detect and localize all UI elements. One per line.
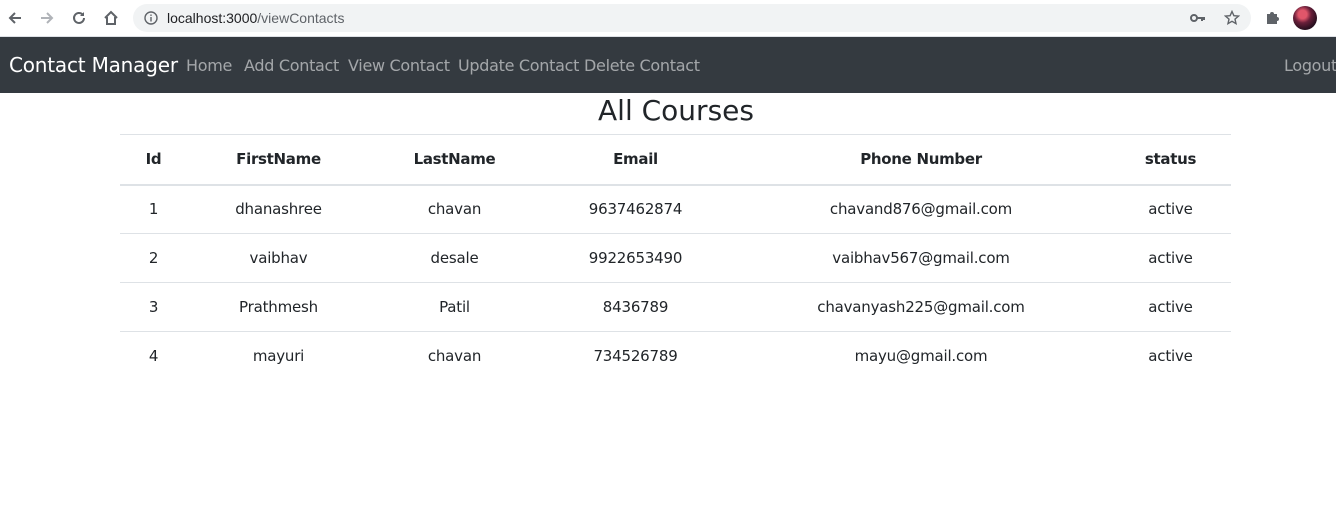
nav-link-home[interactable]: Home [186,56,232,75]
key-icon[interactable] [1190,11,1206,30]
home-icon[interactable] [101,8,121,28]
cell-firstname: Prathmesh [187,282,370,332]
cell-email: 8436789 [539,282,732,332]
column-header-email: Email [539,134,732,186]
nav-link-delete-contact[interactable]: Delete Contact [584,56,700,75]
table-header-row: Id FirstName LastName Email Phone Number… [120,134,1231,186]
profile-avatar[interactable] [1293,6,1317,30]
column-header-firstname: FirstName [187,134,370,186]
cell-firstname: dhanashree [235,200,322,219]
nav-link-add-contact[interactable]: Add Contact [244,56,339,75]
address-bar[interactable]: localhost:3000/viewContacts [133,4,1251,32]
back-arrow-icon[interactable] [5,8,25,28]
cell-phone-number: chavanyash225@gmail.com [732,282,1110,332]
cell-phone-number: mayu@gmail.com [732,331,1110,381]
cell-lastname: chavan [370,331,539,381]
column-header-lastname: LastName [370,134,539,186]
cell-lastname: desale [370,233,539,283]
table-row: 1 dhanashree chavan 9637462874 chavand87… [120,185,1231,234]
cell-email: 9637462874 [588,200,683,219]
cell-email: 9922653490 [539,233,732,283]
column-header-phone-number: Phone Number [732,134,1110,186]
column-header-status: status [1110,134,1231,186]
cell-status: active [1110,282,1231,332]
column-header-id: Id [120,134,187,186]
site-info-icon[interactable] [144,11,158,30]
navbar: Contact Manager Home Add Contact View Co… [0,37,1336,93]
contacts-table: Id FirstName LastName Email Phone Number… [120,134,1231,381]
table-row: 4 mayuri chavan 734526789 mayu@gmail.com… [120,331,1231,381]
nav-link-view-contact[interactable]: View Contact [348,56,450,75]
table-row: 2 vaibhav desale 9922653490 vaibhav567@g… [120,233,1231,283]
cell-status: active [1148,200,1193,219]
cell-id: 3 [120,282,187,332]
nav-link-update-contact[interactable]: Update Contact [458,56,579,75]
browser-toolbar: localhost:3000/viewContacts [0,0,1336,37]
cell-phone-number: vaibhav567@gmail.com [732,233,1110,283]
cell-phone-number: chavand876@gmail.com [829,200,1013,219]
cell-lastname: Patil [370,282,539,332]
cell-id: 1 [148,200,159,219]
cell-firstname: vaibhav [187,233,370,283]
address-url[interactable]: localhost:3000/viewContacts [167,10,344,26]
cell-id: 4 [120,331,187,381]
table-row: 3 Prathmesh Patil 8436789 chavanyash225@… [120,282,1231,332]
forward-arrow-icon[interactable] [37,8,57,28]
extensions-puzzle-icon[interactable] [1264,9,1281,31]
url-host: localhost:3000 [167,10,258,26]
cell-firstname: mayuri [187,331,370,381]
cell-status: active [1110,331,1231,381]
cell-lastname: chavan [427,200,482,219]
cell-email: 734526789 [539,331,732,381]
nav-link-logout[interactable]: Logout [1284,56,1336,75]
navbar-brand[interactable]: Contact Manager [9,53,178,77]
page-title: All Courses [598,94,754,127]
cell-status: active [1110,233,1231,283]
bookmark-star-icon[interactable] [1223,9,1241,31]
cell-id: 2 [120,233,187,283]
url-path: /viewContacts [257,10,345,26]
reload-icon[interactable] [69,8,89,28]
